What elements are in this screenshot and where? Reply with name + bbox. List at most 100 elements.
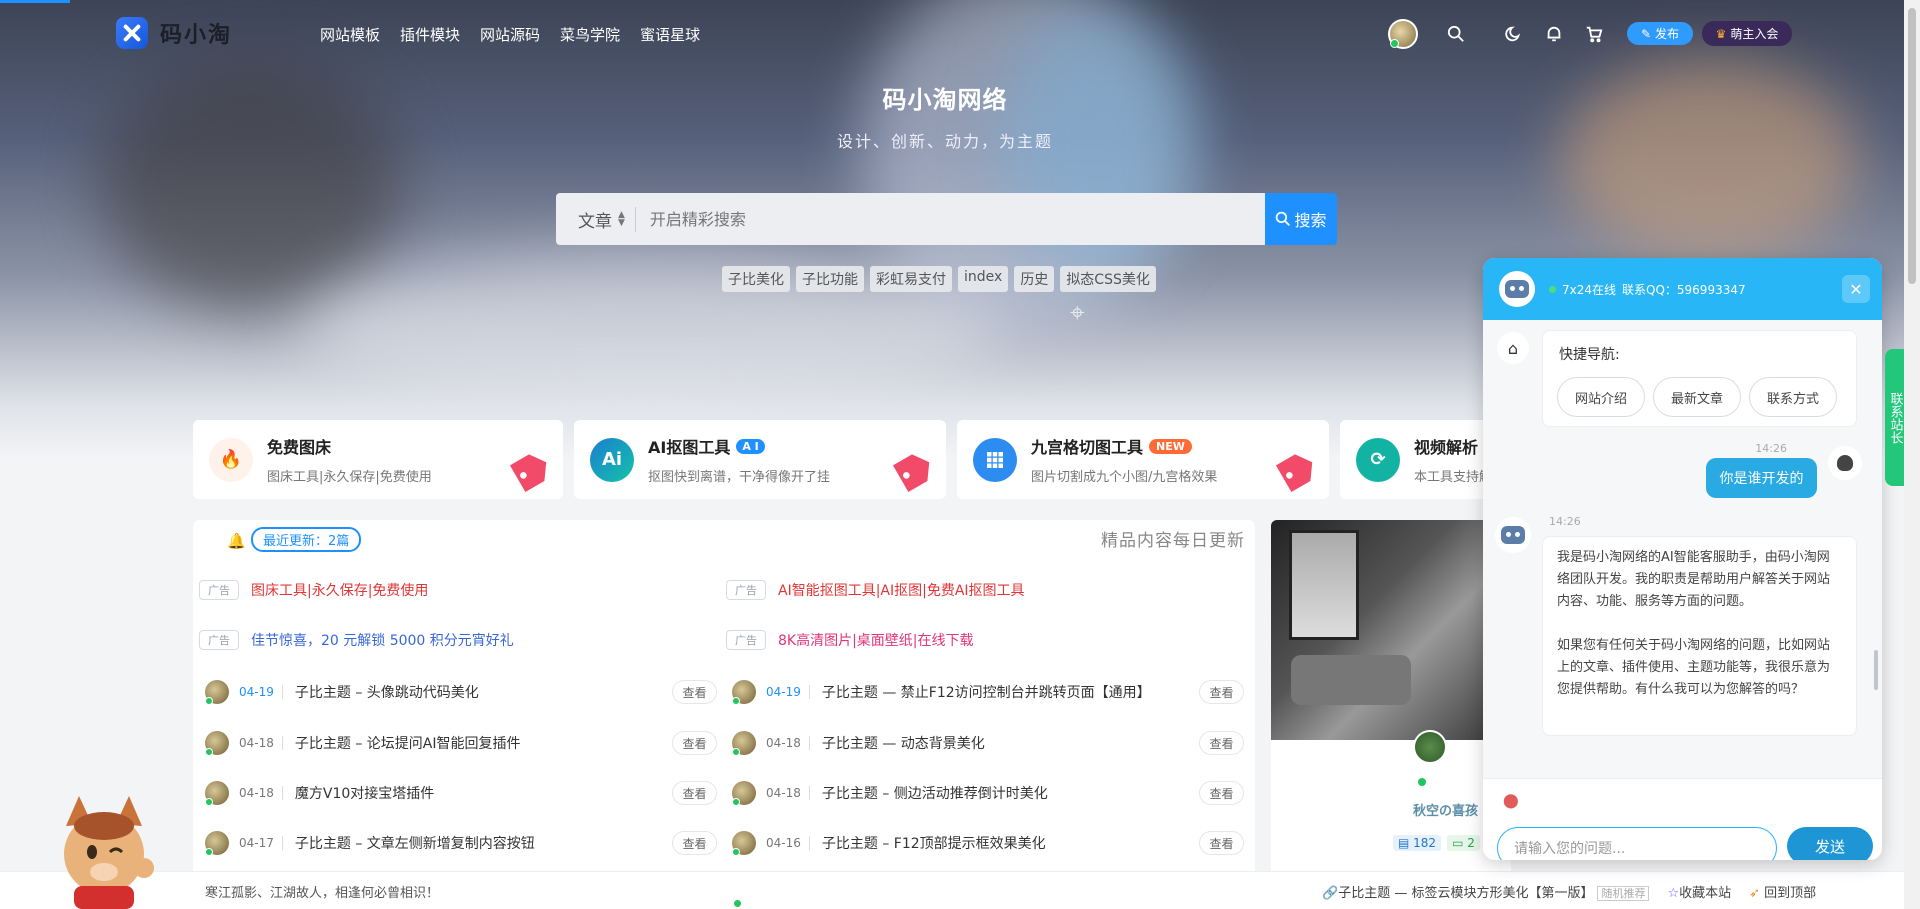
- tag-item[interactable]: 彩虹易支付: [870, 266, 952, 292]
- tool-card-video-parse[interactable]: ⟳ 视频解析 本工具支持解: [1340, 420, 1490, 499]
- pen-icon: ✎: [1640, 26, 1652, 41]
- chat-header: 7x24在线 联系QQ：596993347 ✕: [1483, 258, 1882, 320]
- view-button[interactable]: 查看: [1199, 781, 1244, 805]
- post-item[interactable]: 04-19 子比主题 — 禁止F12访问控制台并跳转页面【通用】: [732, 679, 1151, 705]
- post-item[interactable]: 04-18 子比主题 – 论坛提问AI智能回复插件: [205, 730, 520, 756]
- bot-message-paragraph: 我是码小淘网络的AI智能客服助手，由码小淘网络团队开发。我的职责是帮助用户解答关…: [1557, 550, 1831, 609]
- back-to-top-link[interactable]: ➶ 回到顶部: [1749, 882, 1816, 901]
- dark-mode-icon[interactable]: [1504, 24, 1524, 44]
- search-icon[interactable]: [1446, 24, 1466, 44]
- view-button[interactable]: 查看: [1199, 680, 1244, 704]
- author-avatar: [732, 731, 756, 756]
- random-post-link[interactable]: 🔗子比主题 — 标签云模块方形美化【第一版】 随机推荐: [1322, 882, 1650, 901]
- card-title: 免费图床: [267, 438, 332, 457]
- nav-item-academy[interactable]: 菜鸟学院: [560, 24, 620, 45]
- user-avatar[interactable]: [1388, 19, 1418, 49]
- ad-link[interactable]: 广告 图床工具|永久保存|免费使用: [199, 580, 428, 600]
- author-avatar: [205, 680, 229, 705]
- message-time: 14:26: [1755, 442, 1787, 455]
- post-item[interactable]: 04-17 子比主题 – 文章左侧新增复制内容按钮: [205, 830, 535, 856]
- tag-item[interactable]: 子比美化: [722, 266, 790, 292]
- nav-item-source[interactable]: 网站源码: [480, 24, 540, 45]
- location-pin-icon[interactable]: ⬤: [1503, 793, 1519, 809]
- author-name[interactable]: 秋空の喜孩: [1413, 800, 1478, 819]
- robot-icon: [1501, 526, 1525, 544]
- cart-icon[interactable]: [1584, 24, 1604, 44]
- view-button[interactable]: 查看: [672, 731, 717, 755]
- page-scrollbar[interactable]: [1904, 0, 1920, 909]
- bell-icon: 🔔: [227, 532, 246, 550]
- bottom-bar: 寒江孤影、江湖故人，相逢何必曾相识！ 🔗子比主题 — 标签云模块方形美化【第一版…: [0, 871, 1920, 909]
- ai-icon: Ai: [590, 437, 634, 482]
- page-scrollbar-thumb[interactable]: [1908, 8, 1916, 284]
- tag-item[interactable]: 子比功能: [796, 266, 864, 292]
- search-type-select[interactable]: 文章 ▲ ▼: [578, 206, 636, 232]
- mascot-image: [64, 796, 154, 909]
- vip-label: 萌主入会: [1730, 27, 1779, 41]
- search-button[interactable]: 搜索: [1265, 193, 1337, 245]
- post-item[interactable]: 04-19 子比主题 – 头像跳动代码美化: [205, 679, 479, 705]
- card-desc: 本工具支持解: [1414, 470, 1490, 485]
- chat-messages: ⌂ 快捷导航: 网站介绍 最新文章 联系方式 14:26 你是谁开发的 14:2…: [1483, 320, 1882, 778]
- view-button[interactable]: 查看: [672, 680, 717, 704]
- post-date: 04-18: [766, 786, 810, 800]
- quick-btn-intro[interactable]: 网站介绍: [1557, 377, 1645, 417]
- ad-badge: 广告: [726, 630, 766, 650]
- view-button[interactable]: 查看: [1199, 831, 1244, 855]
- quick-btn-latest[interactable]: 最新文章: [1653, 377, 1741, 417]
- hero-title: 码小淘网络: [882, 86, 1008, 114]
- post-title: 子比主题 – F12顶部提示框效果美化: [821, 836, 1046, 852]
- nav-item-planet[interactable]: 蜜语星球: [640, 24, 700, 45]
- tag-item[interactable]: 拟态CSS美化: [1060, 266, 1156, 292]
- ad-text: 图床工具|永久保存|免费使用: [251, 583, 429, 599]
- cover-window: [1289, 530, 1359, 640]
- search-input[interactable]: [635, 209, 1265, 229]
- search-bar: 文章 ▲▼ 搜索: [556, 193, 1337, 245]
- hot-tags: 子比美化 子比功能 彩虹易支付 index 历史 拟态CSS美化: [722, 266, 1156, 292]
- card-desc: 图床工具|永久保存|免费使用: [267, 470, 432, 485]
- contact-side-tab[interactable]: 联系站长: [1885, 349, 1905, 486]
- view-button[interactable]: 查看: [672, 831, 717, 855]
- favorite-link[interactable]: ☆收藏本站: [1667, 882, 1731, 901]
- view-button[interactable]: 查看: [672, 781, 717, 805]
- status-dot: [1549, 285, 1556, 293]
- post-item[interactable]: 04-18 魔方V10对接宝塔插件: [205, 780, 434, 806]
- view-button[interactable]: 查看: [1199, 731, 1244, 755]
- chat-input[interactable]: 请输入您的问题...: [1497, 827, 1777, 860]
- tag-item[interactable]: 历史: [1014, 266, 1055, 292]
- tool-card-ai-cutout[interactable]: Ai AI抠图工具 A I 抠图快到离谱，干净得像开了挂: [574, 420, 946, 499]
- bot-message-paragraph: 如果您有任何关于码小淘网络的问题，比如网站上的文章、插件使用、主题功能等，我很乐…: [1557, 638, 1831, 697]
- quick-btn-contact[interactable]: 联系方式: [1749, 377, 1837, 417]
- post-item[interactable]: 04-18 子比主题 – 侧边活动推荐倒计时美化: [732, 780, 1048, 806]
- chat-scrollbar[interactable]: [1874, 650, 1878, 690]
- header-actions: [1388, 19, 1604, 49]
- post-date: 04-19: [239, 685, 283, 699]
- video-parse-icon: ⟳: [1356, 437, 1400, 482]
- ad-link[interactable]: 广告 佳节惊喜，20 元解锁 5000 积分元宵好礼: [199, 630, 514, 650]
- nav-item-plugins[interactable]: 插件模块: [400, 24, 460, 45]
- bell-icon[interactable]: [1544, 24, 1564, 44]
- author-avatar[interactable]: [1413, 730, 1447, 764]
- send-button[interactable]: 发送: [1787, 827, 1873, 860]
- post-item[interactable]: 04-18 子比主题 — 动态背景美化: [732, 730, 985, 756]
- ad-link[interactable]: 广告 8K高清图片|桌面壁纸|在线下载: [726, 630, 974, 650]
- tool-card-image-host[interactable]: 🔥 免费图床 图床工具|永久保存|免费使用: [193, 420, 563, 499]
- post-title: 子比主题 – 头像跳动代码美化: [294, 685, 479, 701]
- chat-widget: 7x24在线 联系QQ：596993347 ✕ ⌂ 快捷导航: 网站介绍 最新文…: [1483, 258, 1882, 860]
- site-logo[interactable]: 码小淘: [116, 17, 232, 49]
- nav-item-templates[interactable]: 网站模板: [320, 24, 380, 45]
- recent-updates-badge[interactable]: 最近更新：2篇: [251, 527, 362, 552]
- close-icon[interactable]: ✕: [1842, 275, 1870, 303]
- ad-link[interactable]: 广告 AI智能抠图工具|AI抠图|免费AI抠图工具: [726, 580, 1025, 600]
- tool-card-grid-cut[interactable]: 九宫格切图工具 NEW 图片切割成九个小图/九宫格效果: [957, 420, 1329, 499]
- vip-button[interactable]: ♛ 萌主入会: [1702, 21, 1792, 46]
- author-avatar: [205, 731, 229, 756]
- card-title: AI抠图工具: [648, 438, 731, 457]
- user-icon: [1828, 446, 1862, 480]
- ad-text: AI智能抠图工具|AI抠图|免费AI抠图工具: [778, 583, 1025, 599]
- tag-item[interactable]: index: [958, 266, 1009, 292]
- post-item[interactable]: 04-16 子比主题 – F12顶部提示框效果美化: [732, 830, 1046, 856]
- message-time: 14:26: [1549, 515, 1581, 528]
- publish-button[interactable]: ✎ 发布: [1627, 22, 1693, 45]
- rocket-icon: ➶: [1749, 886, 1761, 901]
